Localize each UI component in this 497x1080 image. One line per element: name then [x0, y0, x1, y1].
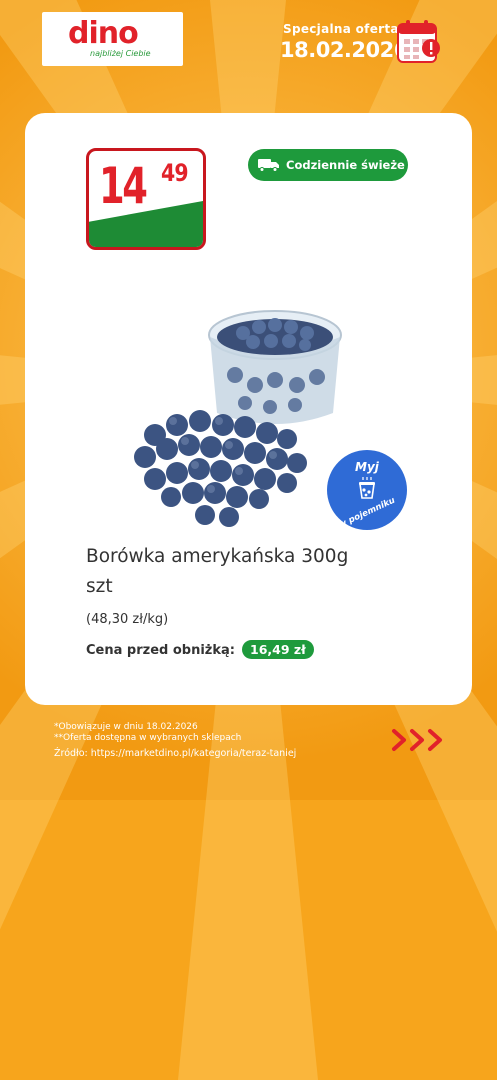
logo-tagline: najbliżej Ciebie: [90, 49, 151, 58]
next-arrows-icon[interactable]: [390, 727, 448, 753]
calendar-icon: [397, 20, 440, 63]
fresh-daily-badge: Codziennie świeże: [248, 149, 408, 181]
wash-in-container-badge: Myj w pojemniku: [327, 450, 407, 530]
footer-note-availability: **Oferta dostępna w wybranych sklepach: [54, 733, 242, 743]
price-main: 14: [99, 157, 148, 215]
previous-price-value: 16,49 zł: [242, 640, 314, 659]
product-name: Borówka amerykańska 300g szt: [86, 542, 416, 602]
footer-source: Źródło: https://marketdino.pl/kategoria/…: [54, 748, 297, 759]
previous-price-label: Cena przed obniżką:: [86, 643, 235, 658]
price-cents: 49: [161, 159, 189, 187]
footer-note-validity: *Obowiązuje w dniu 18.02.2026: [54, 722, 198, 732]
offer-date: 18.02.2026: [280, 38, 408, 62]
price-tag: 14 49: [86, 148, 206, 250]
delivery-truck-icon: [258, 159, 279, 172]
fresh-badge-label: Codziennie świeże: [286, 158, 405, 172]
unit-price: (48,30 zł/kg): [86, 612, 169, 627]
wash-badge-top: Myj: [355, 460, 379, 474]
dino-logo[interactable]: dino najbliżej Ciebie: [42, 12, 183, 66]
offer-title: Specjalna oferta: [283, 22, 399, 36]
product-name-line1: Borówka amerykańska 300g: [86, 546, 349, 567]
logo-wordmark: dino: [68, 16, 139, 51]
container-icon: [359, 477, 375, 499]
blueberries-image: [134, 310, 342, 527]
product-name-line2: szt: [86, 576, 113, 597]
